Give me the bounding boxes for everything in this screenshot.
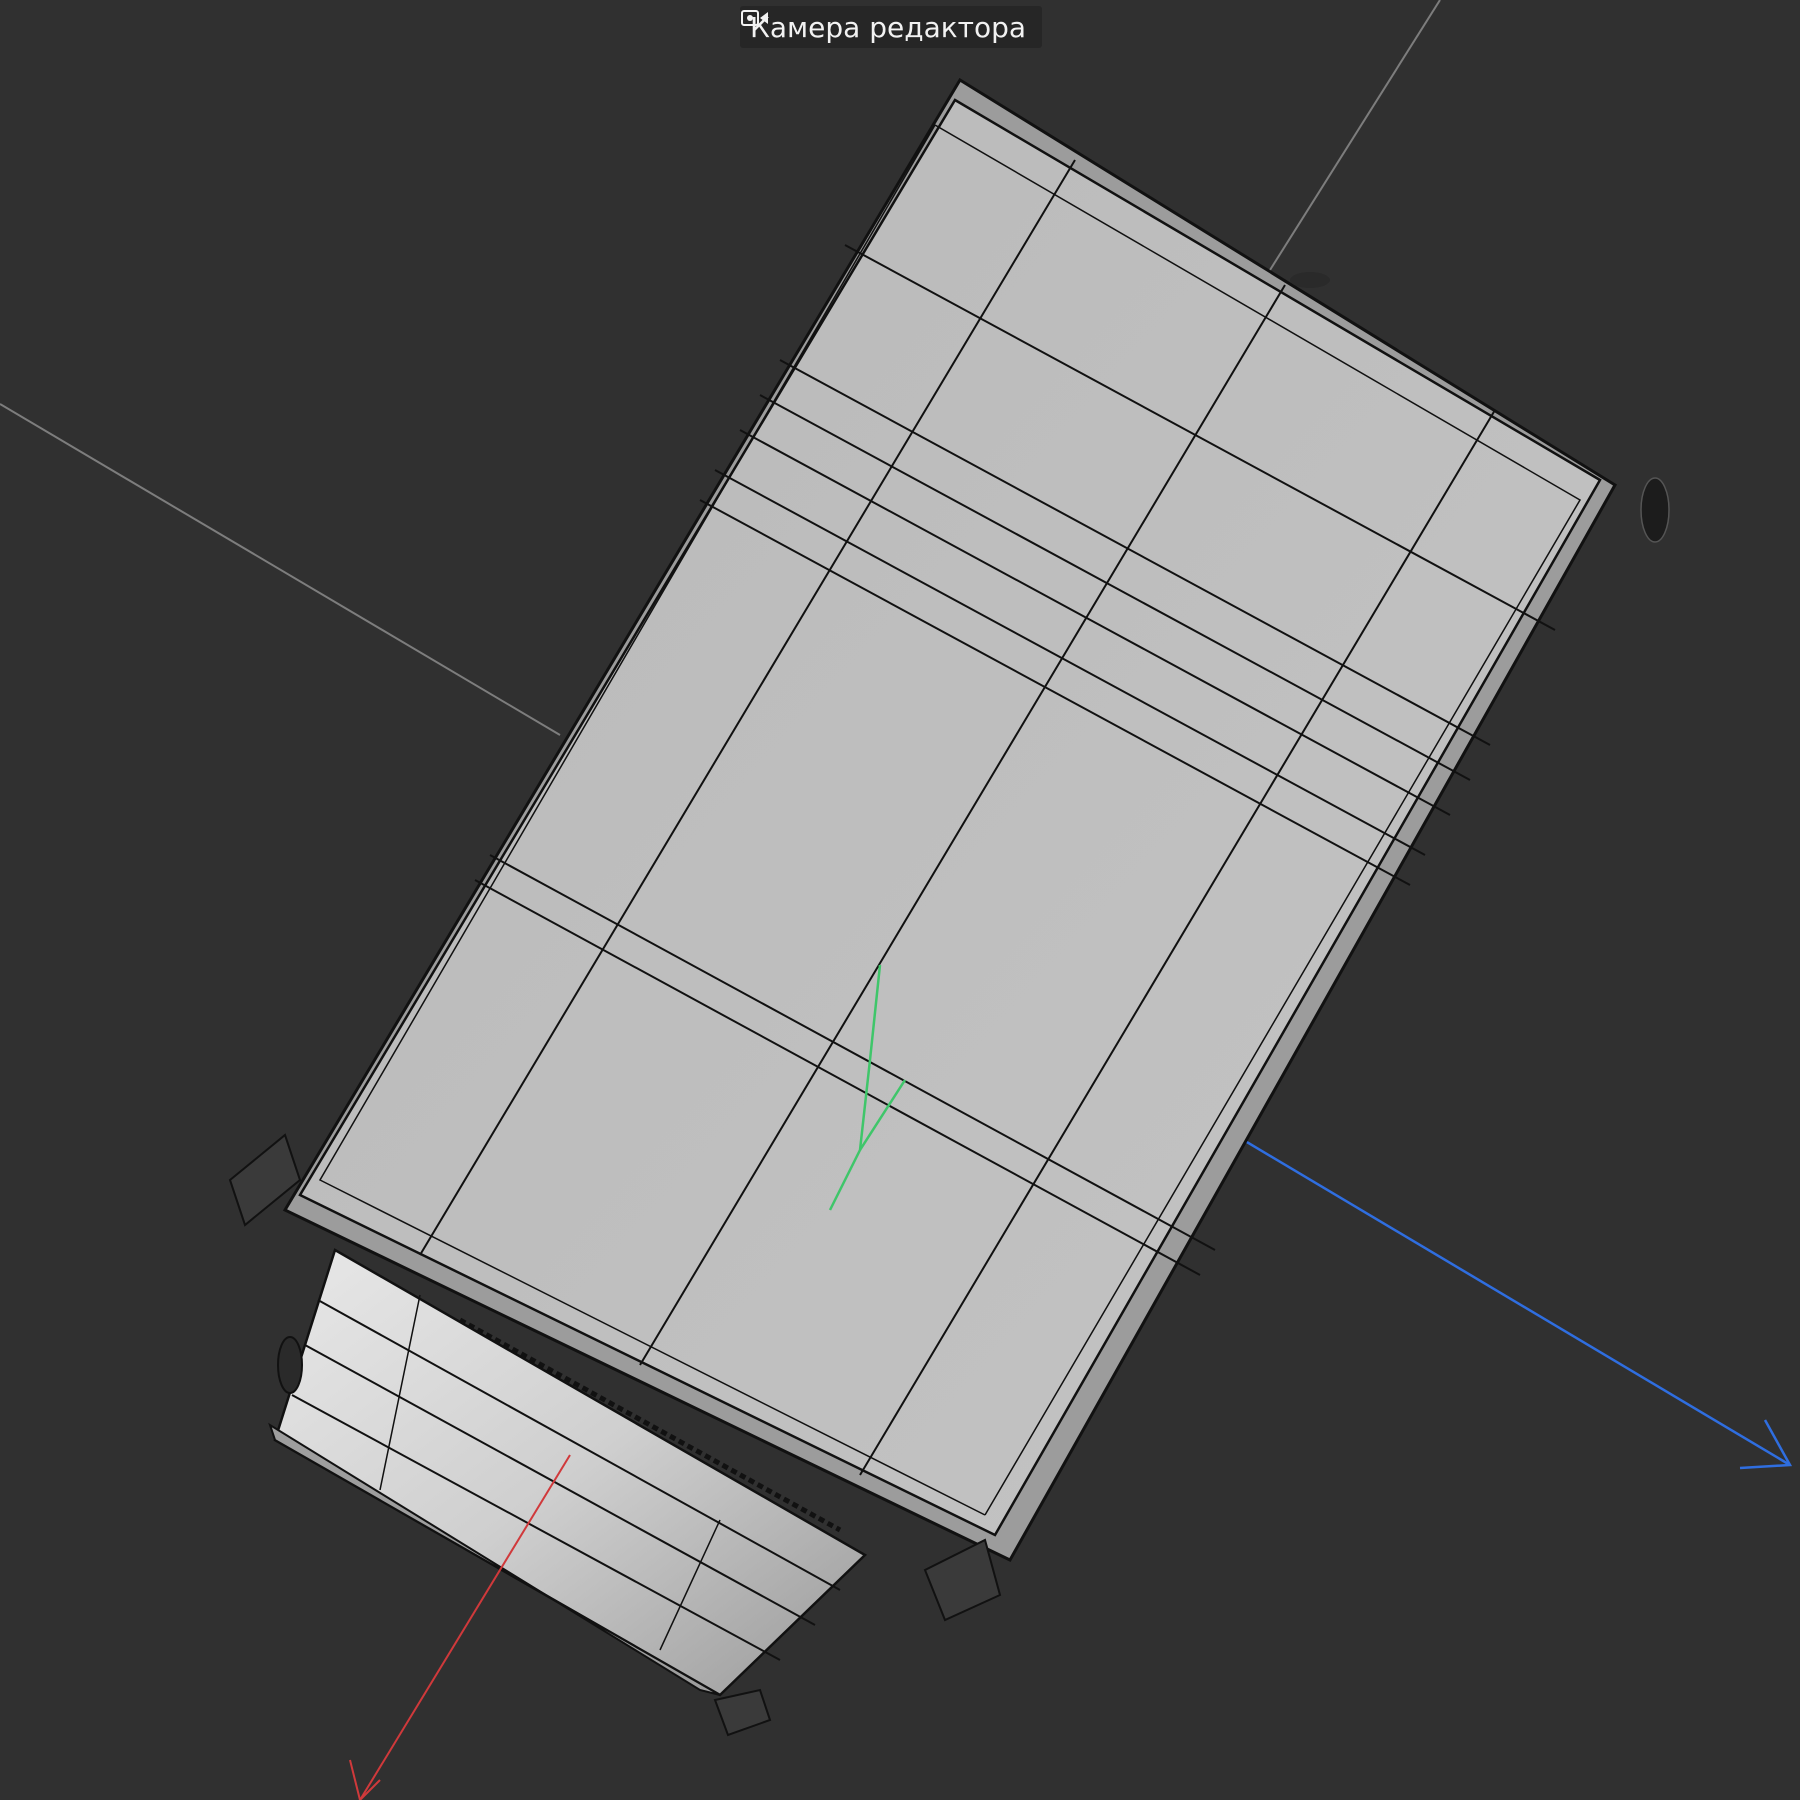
x-axis-arrowhead xyxy=(349,1759,381,1800)
z-axis-line xyxy=(1234,1133,1791,1467)
3d-viewport[interactable]: Камера редактора xyxy=(0,0,1800,1800)
horizon-line-right xyxy=(1269,0,1441,271)
horizon-line-left xyxy=(0,403,561,736)
editor-camera-label[interactable]: Камера редактора xyxy=(740,6,1043,48)
viewport-canvas[interactable] xyxy=(0,0,1800,1800)
camera-label-text: Камера редактора xyxy=(750,10,1027,44)
